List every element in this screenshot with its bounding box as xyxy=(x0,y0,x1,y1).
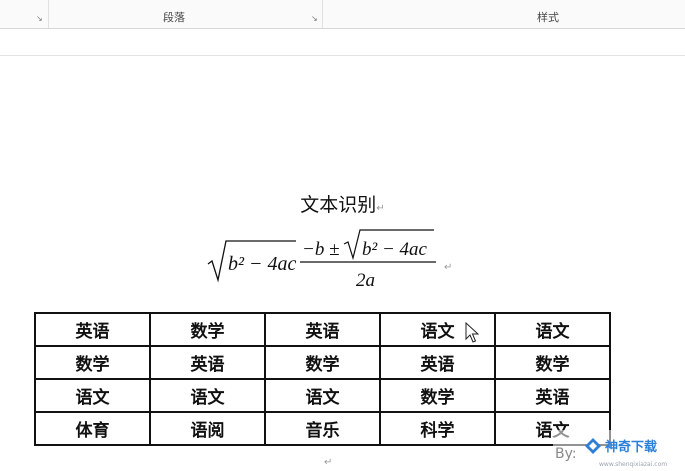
paragraph-mark-icon: ↵ xyxy=(376,203,385,214)
table-cell[interactable]: 数学 xyxy=(264,345,381,380)
paragraph-mark-icon: ↵ xyxy=(324,457,333,468)
table-cell[interactable]: 体育 xyxy=(34,411,151,446)
font-dialog-launcher-icon[interactable]: ↘ xyxy=(36,15,44,23)
radicand-left: b² − 4ac xyxy=(228,253,296,275)
numerator-radicand: b² − 4ac xyxy=(362,239,428,260)
denominator: 2a xyxy=(356,270,375,291)
table-cell[interactable]: 英语 xyxy=(264,312,381,347)
ribbon-group-separator xyxy=(48,0,49,28)
math-formula[interactable]: b² − 4ac −b ± b² − 4ac 2a ↵ xyxy=(206,228,466,292)
table-cell[interactable]: 英语 xyxy=(379,345,496,380)
subject-table[interactable]: 英语 数学 英语 语文 语文 数学 英语 数学 英语 数学 语文 语文 语文 数… xyxy=(34,312,611,446)
table-cell[interactable]: 音乐 xyxy=(264,411,381,446)
table-cell[interactable]: 数学 xyxy=(379,378,496,413)
table-cell[interactable]: 英语 xyxy=(34,312,151,347)
table-cell[interactable]: 科学 xyxy=(379,411,496,446)
watermark-brand: 神奇下载 xyxy=(605,439,657,455)
paragraph-dialog-launcher-icon[interactable]: ↘ xyxy=(311,15,319,23)
watermark-by: By: xyxy=(555,446,577,462)
table-cell[interactable]: 语文 xyxy=(34,378,151,413)
table-cell[interactable]: 语文 xyxy=(264,378,381,413)
mouse-pointer-icon xyxy=(465,322,479,343)
watermark-url: www.shenqixiazai.com xyxy=(599,461,667,468)
table-row: 数学 英语 数学 英语 数学 xyxy=(34,345,611,380)
styles-group-label: 样式 xyxy=(537,11,559,24)
table-cell[interactable]: 英语 xyxy=(494,378,611,413)
table-cell[interactable]: 数学 xyxy=(494,345,611,380)
heading-text[interactable]: 文本识别 xyxy=(300,194,376,216)
table-row: 体育 语阅 音乐 科学 语文 xyxy=(34,411,611,446)
table-row: 英语 数学 英语 语文 语文 xyxy=(34,312,611,347)
ribbon-group-separator xyxy=(322,0,323,28)
table-cell[interactable]: 语文 xyxy=(149,378,266,413)
paragraph-group-label: 段落 xyxy=(163,11,185,24)
document-heading[interactable]: 文本识别↵ xyxy=(0,190,685,217)
ribbon-collapsed-strip xyxy=(0,29,685,56)
table-cell[interactable]: 数学 xyxy=(34,345,151,380)
table-cell[interactable]: 英语 xyxy=(149,345,266,380)
numerator-prefix: −b ± xyxy=(302,239,340,260)
table-cell[interactable]: 语文 xyxy=(494,312,611,347)
ribbon-bar: ↘ 段落 ↘ 样式 xyxy=(0,0,685,29)
table-cell[interactable]: 数学 xyxy=(149,312,266,347)
table-row: 语文 语文 语文 数学 英语 xyxy=(34,378,611,413)
paragraph-mark-icon: ↵ xyxy=(444,262,452,273)
site-watermark: By: 神奇下载 www.shenqixiazai.com xyxy=(553,430,685,471)
table-cell[interactable]: 语阅 xyxy=(149,411,266,446)
